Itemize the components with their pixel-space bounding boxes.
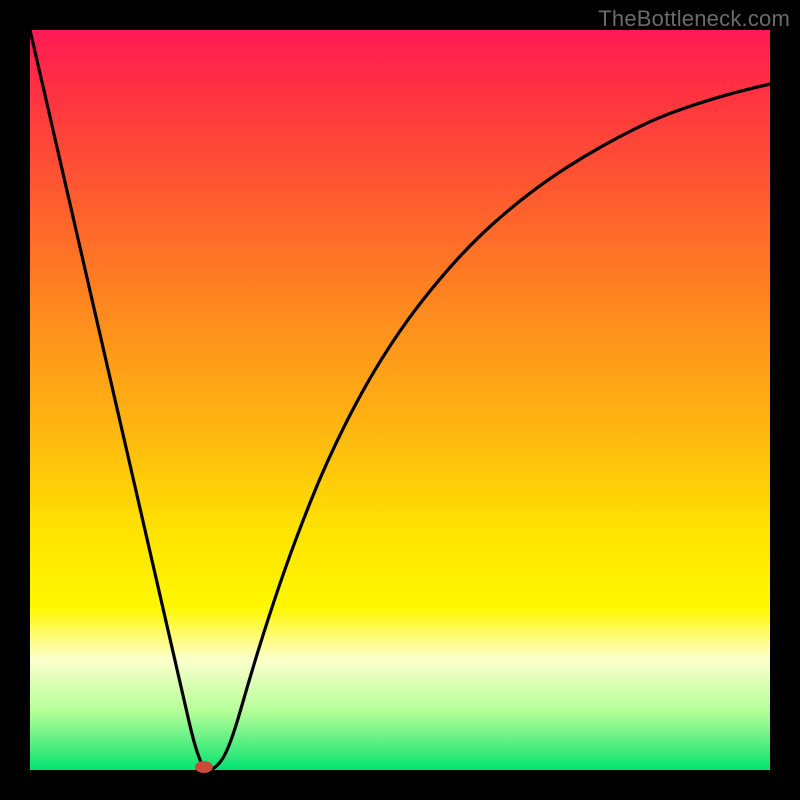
- attribution-text: TheBottleneck.com: [598, 6, 790, 32]
- bottleneck-curve: [30, 30, 770, 770]
- plot-svg: [30, 30, 770, 770]
- plot-area: [30, 30, 770, 770]
- chart-frame: TheBottleneck.com: [0, 0, 800, 800]
- min-marker: [195, 761, 213, 773]
